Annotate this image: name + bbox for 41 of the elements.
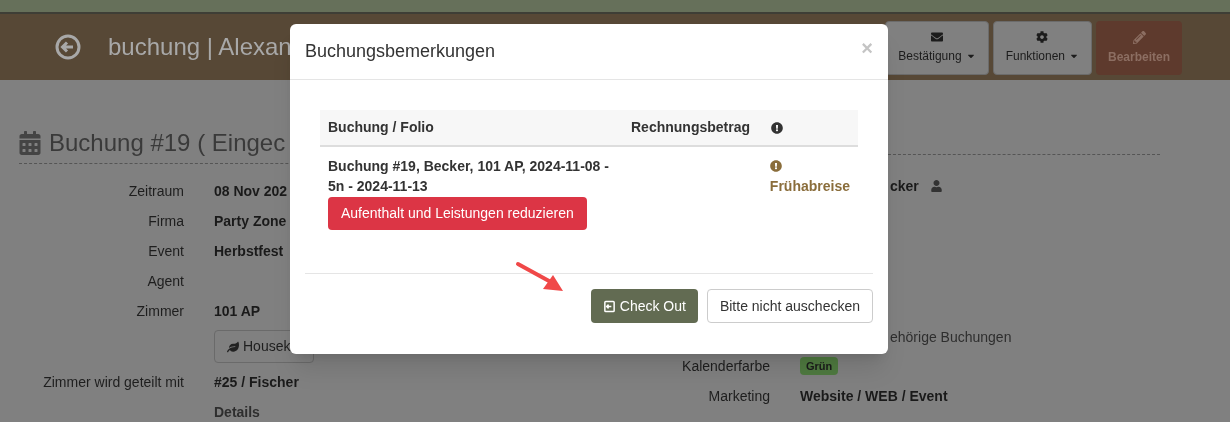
field-label: Agent <box>147 272 184 289</box>
dropdown-button[interactable]: Funktionen <box>992 21 1092 75</box>
field-label: Zimmer wird geteilt mit <box>43 373 184 390</box>
booking-title: Buchung #19 ( Eingec <box>49 128 286 158</box>
color-tag: Grün <box>800 356 839 376</box>
field-value: 101 AP <box>214 302 261 319</box>
check-out-button[interactable]: Check Out <box>590 289 698 323</box>
field-value: Party Zone <box>214 212 287 229</box>
exclamation-icon <box>771 121 783 134</box>
person-icon <box>930 180 942 192</box>
column-header: Buchung / Folio <box>328 118 435 137</box>
field-value: Herbstfest <box>214 242 284 259</box>
guest-name: cker <box>890 176 919 196</box>
field-label: Firma <box>148 212 184 229</box>
exit-icon <box>602 299 616 313</box>
dropdown-button[interactable]: Bestätigung <box>885 21 989 75</box>
gear-icon <box>1036 31 1049 43</box>
status-label: Frühabreise <box>769 177 850 196</box>
reduce-stay-button[interactable]: Aufenthalt und Leistungen reduzieren <box>328 197 587 230</box>
related-bookings-link[interactable]: ehörige Buchungen <box>890 326 1012 348</box>
details-link[interactable]: Details <box>214 403 260 420</box>
booking-description: Buchung #19, Becker, 101 AP, 2024-11-08 - 5n - 2024-11-13 <box>328 157 610 196</box>
field-label: Kalenderfarbe <box>682 357 770 374</box>
field-value: #25 / Fischer <box>214 373 299 390</box>
arrow-drawing <box>515 261 565 293</box>
field-label: Zeitraum <box>128 182 184 199</box>
column-header: Rechnungsbetrag <box>631 118 751 137</box>
field-value: Website / WEB / Event <box>800 386 948 406</box>
calendar-icon <box>19 131 41 155</box>
back-icon[interactable] <box>55 34 81 60</box>
dont-check-out-button[interactable]: Bitte nicht auschecken <box>706 289 873 323</box>
warning-icon <box>769 160 782 172</box>
field-label: Marketing <box>708 387 770 404</box>
page-title: buchung | Alexan <box>108 32 292 62</box>
field-label: Zimmer <box>136 302 184 319</box>
pencil-icon <box>1132 30 1146 44</box>
field-label: Event <box>148 242 184 259</box>
leaf-icon <box>227 340 239 353</box>
envelope-icon <box>930 31 943 43</box>
dialog-title: Buchungsbemerkungen <box>305 40 496 63</box>
field-value: 08 Nov 202 <box>214 182 288 199</box>
